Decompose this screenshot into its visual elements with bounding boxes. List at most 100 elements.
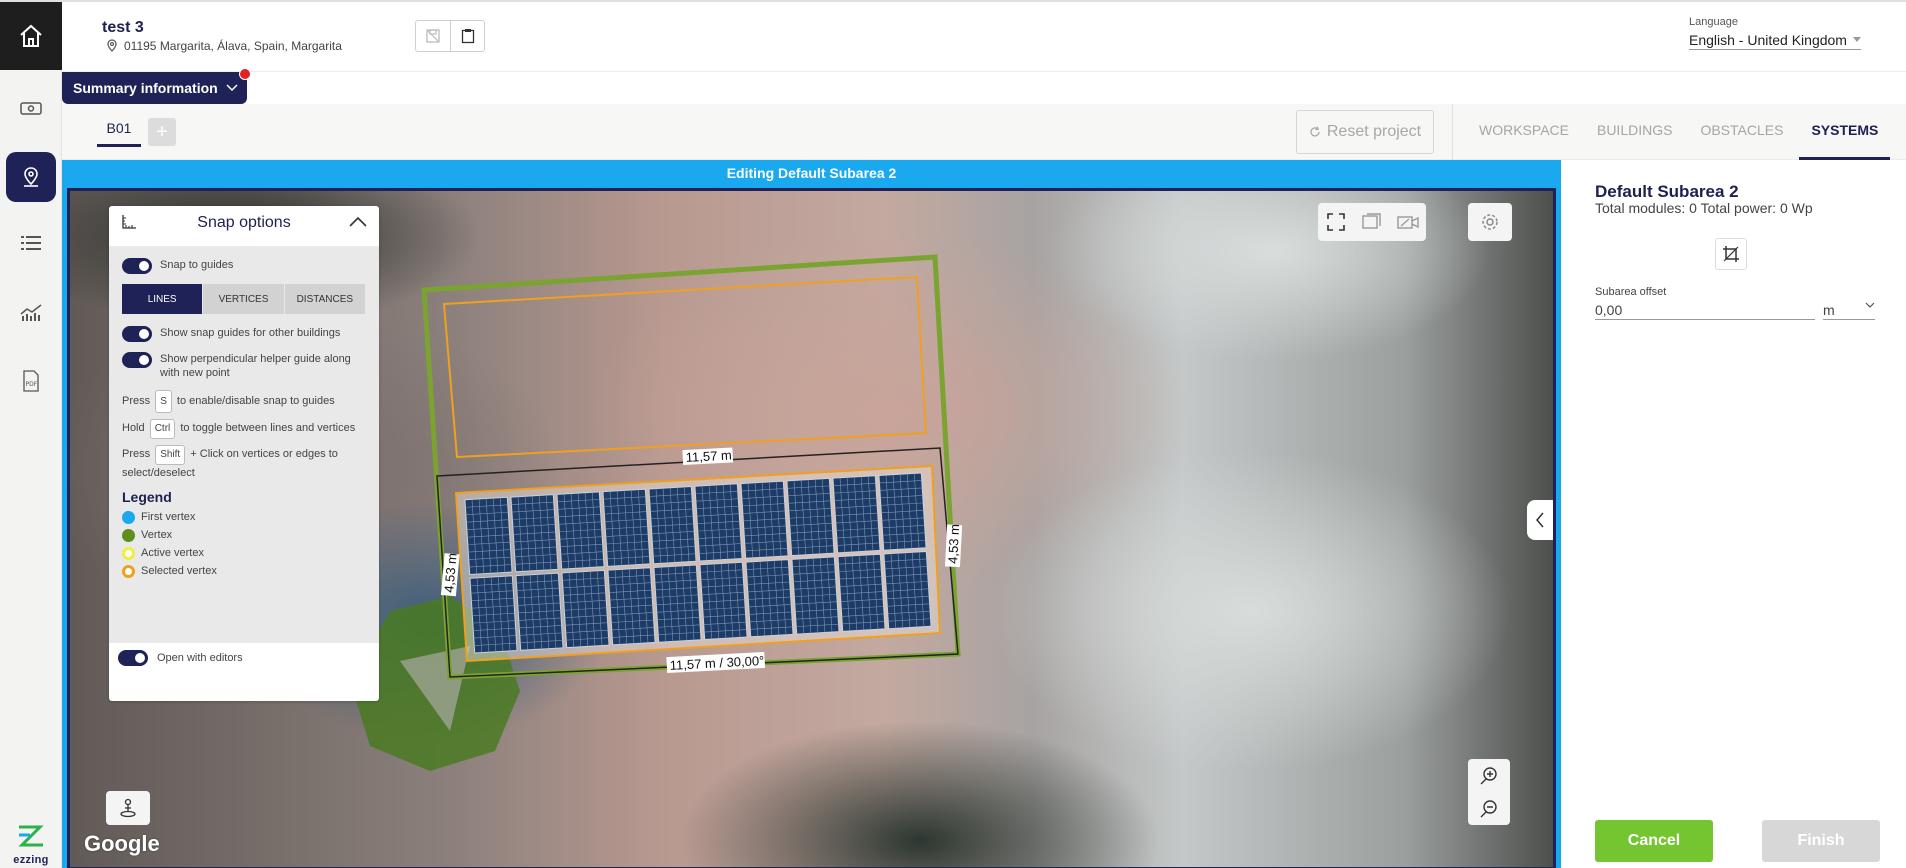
offset-unit-text: m [1823,302,1835,318]
sidebar-item-list[interactable] [6,218,56,268]
language-select[interactable]: Language English - United Kingdom [1689,16,1861,50]
snap-mode-lines[interactable]: LINES [122,284,204,314]
open-with-editors-toggle[interactable] [118,650,148,666]
clipboard-button[interactable] [450,21,484,51]
roof-design-icon [20,102,42,115]
open-with-editors-row: Open with editors [118,650,243,666]
hint1-pre: Press [122,395,151,407]
sidebar-item-chart[interactable] [6,287,56,337]
nav-tabs: WORKSPACE BUILDINGS OBSTACLES SYSTEMS [1467,104,1894,160]
map-editor: Editing Default Subarea 2 11,57 m 11,57 [62,160,1561,868]
sidebar-item-location[interactable] [6,152,56,202]
chevron-up-icon[interactable] [349,216,367,227]
hint2-post: to toggle between lines and vertices [180,422,356,434]
google-attribution: Google [84,831,160,856]
subarea-offset-label: Subarea offset [1595,286,1667,298]
subarea-offset-unit-select[interactable]: m [1823,302,1875,320]
header-actions [415,20,485,52]
dimension-left-text: 4,53 m [441,552,459,593]
vertex-swatch [122,528,135,542]
hint-ctrl: Hold Ctrl to toggle between lines and ve… [122,419,366,439]
dimension-right-text: 4,53 m [945,524,962,564]
header: test 3 01195 Margarita, Álava, Spain, Ma… [62,2,1906,72]
save-button[interactable] [416,21,450,51]
camera-off-icon [1397,216,1419,229]
snap-options-panel: Snap options Snap to guides LINES VERTIC… [109,206,379,701]
other-buildings-row: Show snap guides for other buildings [122,326,366,342]
dimension-left: 4,53 m [440,552,460,597]
street-view-button[interactable] [106,791,150,825]
street-view-icon [120,798,136,818]
legend-title: Legend [122,489,172,505]
hint-shift: Press Shift + Click on vertices or edges… [122,445,366,481]
location-pin-icon [107,39,117,52]
subarea-panel: Default Subarea 2 Total modules: 0 Total… [1561,160,1906,868]
dimension-bottom-text: 11,57 m / 30,00° [669,653,764,673]
perpendicular-toggle[interactable] [122,352,152,368]
project-title: test 3 [102,19,144,36]
ezzing-logo-icon [18,825,44,847]
reset-project-button[interactable]: Reset project [1296,110,1434,154]
home-button[interactable] [0,2,62,70]
map-tools [1318,203,1426,241]
legend-first-vertex: First vertex [122,508,366,526]
tab-workspace[interactable]: WORKSPACE [1467,104,1581,160]
open-with-editors-label: Open with editors [157,652,243,664]
dimension-right: 4,53 m [944,524,962,568]
snap-options-title: Snap options [197,214,291,231]
other-buildings-toggle[interactable] [122,326,152,342]
tab-systems[interactable]: SYSTEMS [1799,104,1891,160]
hint3-pre: Press [122,448,151,460]
language-value-text: English - United Kingdom [1689,32,1847,48]
zoom-out-icon[interactable] [1479,799,1499,819]
save-disabled-icon [426,29,440,43]
tab-buildings[interactable]: BUILDINGS [1585,104,1684,160]
snap-options-header[interactable]: Snap options [109,206,379,240]
pdf-icon: PDF [23,370,39,392]
divider [1452,104,1453,160]
legend-vertex: Vertex [122,526,366,544]
zoom-in-icon[interactable] [1479,766,1499,786]
sidebar-item-pdf[interactable]: PDF [6,356,56,406]
subarea-title: Default Subarea 2 [1595,182,1739,201]
key-ctrl: Ctrl [149,419,176,439]
building-tab-b01[interactable]: B01 [97,120,141,147]
capture-icon [1362,213,1381,229]
hint2-pre: Hold [122,422,145,434]
snap-to-guides-row: Snap to guides [122,258,366,274]
notification-dot [239,68,251,80]
building-toolbar: B01 + Reset project WORKSPACE BUILDINGS … [62,104,1906,160]
hint1-post: to enable/disable snap to guides [176,395,335,407]
gear-icon [1482,214,1498,230]
chevron-left-icon [1536,512,1544,528]
collapse-panel-button[interactable] [1527,500,1553,540]
crop-button[interactable] [1715,238,1747,270]
sidebar-item-roof-design[interactable] [6,84,56,134]
dimension-top: 11,57 m [682,447,734,466]
sidebar: PDF ezzing [0,2,62,868]
subarea-offset-input[interactable]: 0,00 [1595,302,1815,320]
map-canvas[interactable]: 11,57 m 11,57 m / 30,00° 4,53 m 4,53 m S… [67,188,1556,868]
capture-button[interactable] [1354,203,1390,241]
location-icon [24,167,38,187]
reset-label: Reset project [1326,123,1422,140]
selected-vertex-swatch [122,564,135,578]
ezzing-logo: ezzing [0,823,62,866]
snap-mode-vertices[interactable]: VERTICES [203,284,285,314]
editing-banner: Editing Default Subarea 2 [726,165,897,181]
language-value[interactable]: English - United Kingdom [1689,32,1861,50]
summary-information-button[interactable]: Summary information [62,68,251,104]
snap-to-guides-toggle[interactable] [122,258,152,274]
tab-obstacles[interactable]: OBSTACLES [1688,104,1795,160]
cancel-button[interactable]: Cancel [1595,820,1713,862]
hint-snap: Press S to enable/disable snap to guides [122,390,366,413]
add-building-button[interactable]: + [148,118,176,146]
fullscreen-button[interactable] [1318,203,1354,241]
view-3d-button[interactable] [1390,203,1426,241]
finish-button[interactable]: Finish [1762,820,1880,862]
snap-mode-distances[interactable]: DISTANCES [284,284,366,314]
refresh-icon [1310,126,1320,137]
settings-button[interactable] [1468,203,1512,241]
summary-label: Summary information [73,80,218,96]
legend-label: Active vertex [141,547,204,559]
